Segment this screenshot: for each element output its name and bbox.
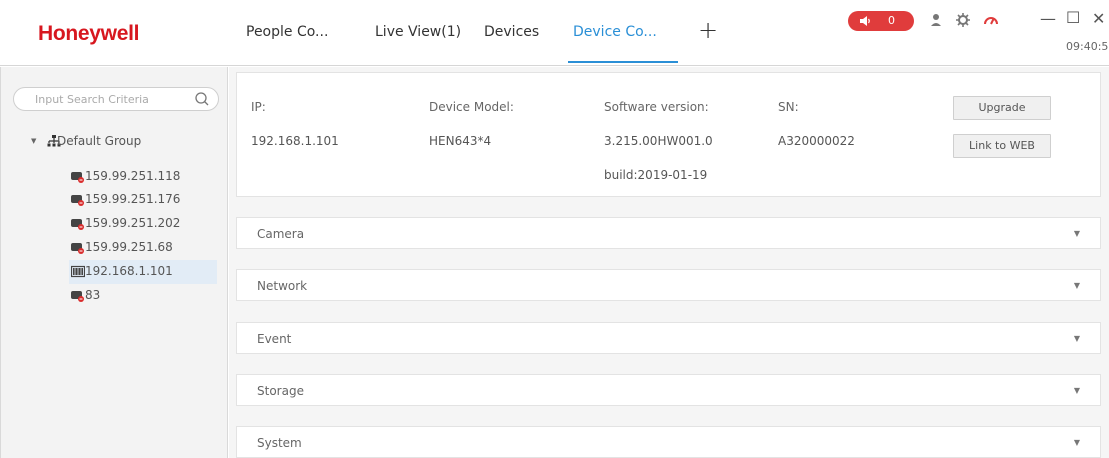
chevron-down-icon: ▼ bbox=[1073, 334, 1080, 343]
tab-device-config[interactable]: Device Co... bbox=[573, 24, 657, 40]
tree-device-item[interactable]: 159.99.251.176 bbox=[69, 188, 217, 212]
section-storage[interactable]: Storage ▼ bbox=[236, 374, 1101, 406]
sn-value: A320000022 bbox=[778, 134, 855, 148]
device-info-card: IP: 192.168.1.101 Device Model: HEN643*4… bbox=[236, 72, 1101, 197]
device-tree-panel: Input Search Criteria ▼ Default Group 15… bbox=[0, 67, 228, 458]
user-icon[interactable] bbox=[928, 12, 944, 28]
chevron-down-icon: ▼ bbox=[1073, 229, 1080, 238]
device-config-panel: IP: 192.168.1.101 Device Model: HEN643*4… bbox=[229, 67, 1109, 458]
section-title: Storage bbox=[257, 384, 304, 398]
camera-offline-icon bbox=[71, 195, 84, 206]
tree-device-label: 159.99.251.176 bbox=[85, 192, 181, 206]
performance-gauge-icon[interactable] bbox=[983, 12, 999, 28]
section-title: Network bbox=[257, 279, 308, 293]
tree-device-label: 159.99.251.202 bbox=[85, 216, 181, 230]
section-camera[interactable]: Camera ▼ bbox=[236, 217, 1101, 249]
speaker-icon bbox=[860, 16, 870, 26]
section-system[interactable]: System ▼ bbox=[236, 426, 1101, 458]
tree-device-label: 192.168.1.101 bbox=[85, 264, 173, 278]
tree-device-label: 83 bbox=[85, 288, 101, 302]
tab-live-view[interactable]: Live View(1) bbox=[375, 24, 461, 40]
search-input[interactable]: Input Search Criteria bbox=[13, 87, 219, 111]
sn-label: SN: bbox=[778, 100, 799, 114]
software-build-value: build:2019-01-19 bbox=[604, 168, 708, 182]
tree-device-item[interactable]: 159.99.251.202 bbox=[69, 212, 217, 236]
software-version-label: Software version: bbox=[604, 100, 709, 114]
tab-devices[interactable]: Devices bbox=[484, 24, 539, 40]
collapse-arrow-icon[interactable]: ▼ bbox=[31, 137, 36, 145]
chevron-down-icon: ▼ bbox=[1073, 438, 1080, 447]
upgrade-button[interactable]: Upgrade bbox=[953, 96, 1051, 120]
tree-device-item[interactable]: 159.99.251.68 bbox=[69, 236, 217, 260]
alarm-button[interactable]: 0 bbox=[848, 11, 914, 31]
tree-device-item[interactable]: 159.99.251.118 bbox=[69, 165, 217, 189]
device-model-value: HEN643*4 bbox=[429, 134, 492, 148]
search-icon[interactable] bbox=[194, 91, 210, 107]
link-to-web-button[interactable]: Link to WEB bbox=[953, 134, 1051, 158]
close-button[interactable]: ✕ bbox=[1092, 9, 1105, 28]
ip-value: 192.168.1.101 bbox=[251, 134, 339, 148]
chevron-down-icon: ▼ bbox=[1073, 386, 1080, 395]
camera-offline-icon bbox=[71, 219, 84, 230]
software-version-value: 3.215.00HW001.0 bbox=[604, 134, 713, 148]
gear-icon[interactable] bbox=[955, 12, 971, 28]
device-model-label: Device Model: bbox=[429, 100, 514, 114]
section-title: Camera bbox=[257, 227, 305, 241]
maximize-button[interactable]: ☐ bbox=[1066, 8, 1080, 27]
tree-group-label: Default Group bbox=[57, 134, 142, 148]
camera-offline-icon bbox=[71, 291, 84, 302]
tab-people-counting[interactable]: People Co... bbox=[246, 24, 328, 40]
tree-device-label: 159.99.251.118 bbox=[85, 169, 181, 183]
search-placeholder: Input Search Criteria bbox=[35, 93, 149, 106]
tree-device-item-selected[interactable]: 192.168.1.101 bbox=[69, 260, 217, 284]
section-title: Event bbox=[257, 332, 292, 346]
minimize-button[interactable]: — bbox=[1040, 9, 1056, 28]
section-event[interactable]: Event ▼ bbox=[236, 322, 1101, 354]
alarm-count: 0 bbox=[888, 14, 895, 27]
title-bar: Honeywell People Co... Live View(1) Devi… bbox=[0, 0, 1109, 66]
ip-label: IP: bbox=[251, 100, 266, 114]
honeywell-logo: Honeywell bbox=[38, 22, 140, 45]
chevron-down-icon: ▼ bbox=[1073, 281, 1080, 290]
camera-offline-icon bbox=[71, 243, 84, 254]
clock: 09:40:58 bbox=[1066, 40, 1109, 53]
tree-device-label: 159.99.251.68 bbox=[85, 240, 173, 254]
active-tab-indicator bbox=[568, 61, 678, 63]
add-tab-button[interactable]: + bbox=[698, 18, 718, 42]
section-title: System bbox=[257, 436, 302, 450]
section-network[interactable]: Network ▼ bbox=[236, 269, 1101, 301]
nvr-device-icon bbox=[71, 265, 85, 278]
tree-device-item[interactable]: 83 bbox=[69, 284, 217, 308]
camera-offline-icon bbox=[71, 172, 84, 183]
